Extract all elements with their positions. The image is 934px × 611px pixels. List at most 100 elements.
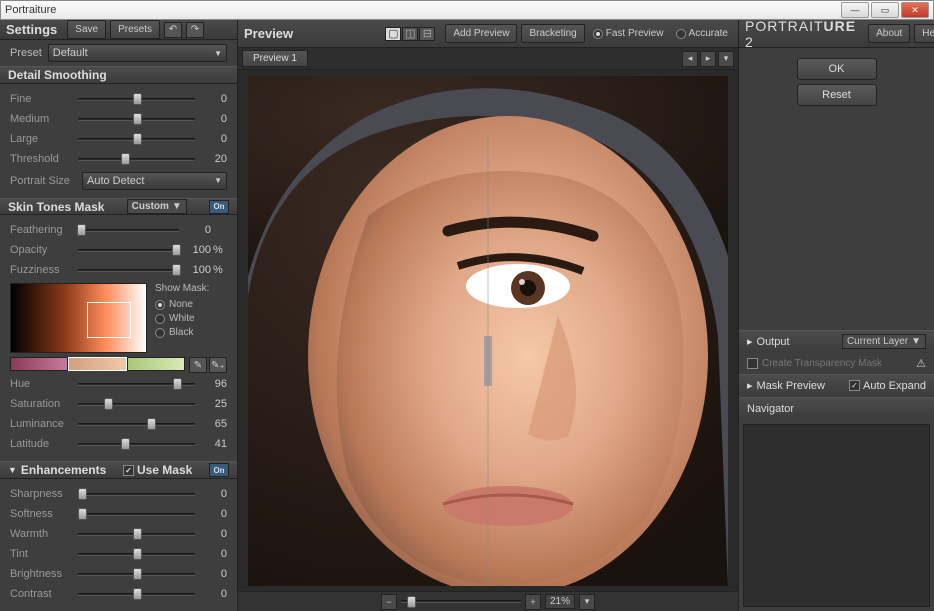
reset-button[interactable]: Reset [797,84,877,106]
feathering-slider[interactable] [78,223,179,237]
portrait-image [248,76,728,586]
medium-value: 0 [201,113,227,125]
preview-canvas[interactable] [238,70,738,591]
warning-icon: ⚠ [916,357,926,370]
warmth-slider[interactable] [78,527,195,541]
window-minimize-button[interactable]: — [841,2,869,18]
use-mask-label: Use Mask [137,463,192,477]
opacity-value: 100 [185,244,211,256]
hue-slider[interactable] [78,377,195,391]
latitude-value: 41 [201,438,227,450]
view-single-icon[interactable]: ▢ [385,27,401,41]
softness-value: 0 [201,508,227,520]
large-slider[interactable] [78,132,195,146]
skin-color-picker[interactable] [10,283,147,353]
zoom-out-button[interactable]: − [381,594,397,610]
navigator-header[interactable]: Navigator [739,398,934,420]
sharpness-slider[interactable] [78,487,195,501]
saturation-slider[interactable] [78,397,195,411]
navigator-thumbnail[interactable] [743,424,930,608]
brightness-slider[interactable] [78,567,195,581]
next-tab-button[interactable]: ▸ [700,51,716,67]
medium-slider[interactable] [78,112,195,126]
fine-value: 0 [201,93,227,105]
use-mask-checkbox[interactable] [123,465,134,476]
view-split-h-icon[interactable]: ◫ [402,27,418,41]
settings-panel: Settings Save Presets ↶ ↷ Preset Default… [0,20,238,611]
zoom-slider[interactable] [401,595,521,609]
fast-preview-radio[interactable] [593,29,603,39]
view-split-v-icon[interactable]: ⊟ [419,27,435,41]
undo-icon[interactable]: ↶ [164,22,182,38]
contrast-label: Contrast [10,588,72,600]
softness-slider[interactable] [78,507,195,521]
bracketing-button[interactable]: Bracketing [521,24,584,43]
warmth-label: Warmth [10,528,72,540]
hue-label: Hue [10,378,72,390]
skin-on-toggle[interactable]: On [209,200,229,214]
tab-menu-button[interactable]: ▾ [718,51,734,67]
mask-black-radio[interactable]: Black [155,327,227,338]
add-preview-button[interactable]: Add Preview [445,24,517,43]
collapse-arrow-icon: ▼ [8,465,17,475]
tint-slider[interactable] [78,547,195,561]
preview-heading: Preview [244,26,293,41]
redo-icon[interactable]: ↷ [186,22,204,38]
show-mask-label: Show Mask: [155,283,227,294]
accurate-radio[interactable] [676,29,686,39]
skin-tones-header[interactable]: Skin Tones Mask Custom▼ On [0,198,237,216]
enhancements-header[interactable]: ▼ Enhancements Use Mask On [0,461,237,479]
threshold-label: Threshold [10,153,72,165]
eyedropper-icon[interactable]: ✎ [189,357,207,373]
preview-tab-1[interactable]: Preview 1 [242,50,308,67]
about-button[interactable]: About [868,24,910,43]
mask-preview-header[interactable]: ▸ Mask Preview Auto Expand [739,375,934,397]
settings-heading: Settings [6,22,57,37]
save-button[interactable]: Save [67,20,106,39]
presets-button[interactable]: Presets [110,20,160,39]
contrast-value: 0 [201,588,227,600]
prev-tab-button[interactable]: ◂ [682,51,698,67]
eyedropper-add-icon[interactable]: ✎₊ [209,357,227,373]
opacity-slider[interactable] [78,243,179,257]
large-label: Large [10,133,72,145]
window-close-button[interactable]: ✕ [901,2,929,18]
transparency-label: Create Transparency Mask [762,358,882,369]
window-maximize-button[interactable]: ▭ [871,2,899,18]
hue-value: 96 [201,378,227,390]
zoom-in-button[interactable]: + [525,594,541,610]
mask-none-radio[interactable]: None [155,299,227,310]
luminance-slider[interactable] [78,417,195,431]
ok-button[interactable]: OK [797,58,877,80]
zoom-menu-button[interactable]: ▾ [579,594,595,610]
window-title: Portraiture [5,4,841,16]
fuzziness-slider[interactable] [78,263,179,277]
portrait-size-select[interactable]: Auto Detect▼ [82,172,227,190]
auto-expand-checkbox[interactable] [849,380,860,391]
transparency-checkbox[interactable] [747,358,758,369]
expand-arrow-icon: ▸ [747,335,753,348]
fuzziness-value: 100 [185,264,211,276]
detail-smoothing-header[interactable]: Detail Smoothing [0,66,237,84]
output-header[interactable]: ▸ Output Current Layer▼ [739,331,934,353]
output-select[interactable]: Current Layer▼ [842,334,926,349]
zoom-percent: 21% [545,594,575,609]
threshold-slider[interactable] [78,152,195,166]
luminance-label: Luminance [10,418,72,430]
mask-white-radio[interactable]: White [155,313,227,324]
brightness-label: Brightness [10,568,72,580]
feathering-label: Feathering [10,224,72,236]
softness-label: Softness [10,508,72,520]
fuzziness-label: Fuzziness [10,264,72,276]
hue-strip[interactable]: ✎ ✎₊ [10,357,227,371]
fine-label: Fine [10,93,72,105]
enhancements-on-toggle[interactable]: On [209,463,229,477]
preset-select[interactable]: Default▼ [48,44,227,62]
skin-mode-select[interactable]: Custom▼ [127,199,187,214]
latitude-label: Latitude [10,438,72,450]
help-button[interactable]: Help [914,24,934,43]
latitude-slider[interactable] [78,437,195,451]
fine-slider[interactable] [78,92,195,106]
brightness-value: 0 [201,568,227,580]
contrast-slider[interactable] [78,587,195,601]
